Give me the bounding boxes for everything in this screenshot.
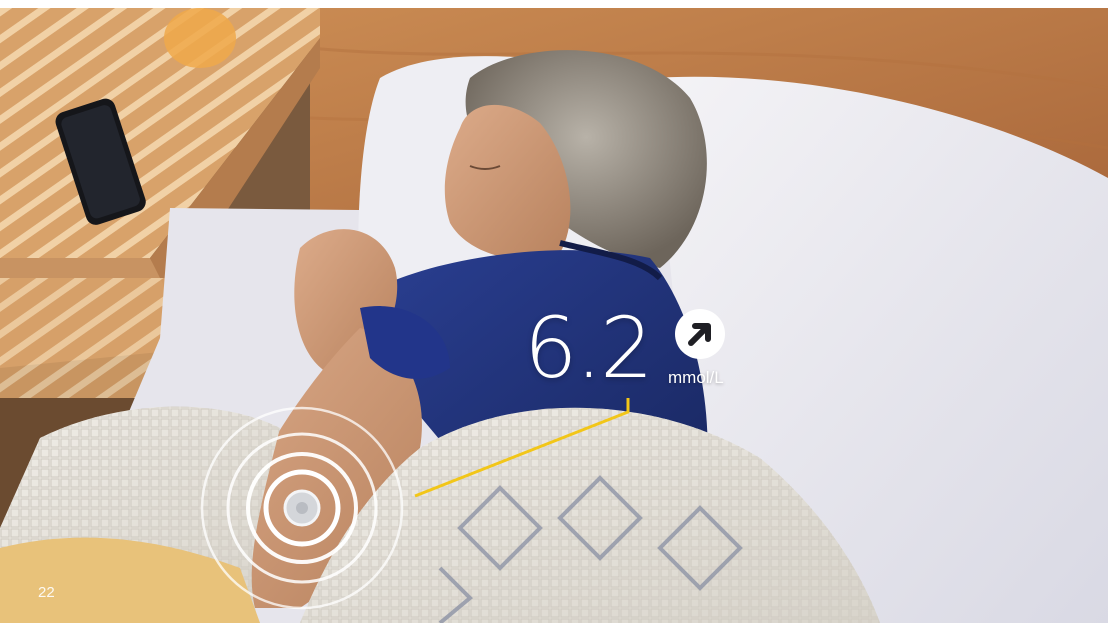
glucose-reading: 6.2 mmol/L <box>524 298 764 408</box>
glucose-unit: mmol/L <box>668 368 724 387</box>
photo-frame: 6.2 mmol/L 22 <box>0 8 1108 623</box>
page-number: 22 <box>38 584 55 601</box>
glucose-value: 6.2 <box>524 299 654 397</box>
sensor-device <box>283 489 321 527</box>
arrow-up-right-icon <box>675 309 725 359</box>
